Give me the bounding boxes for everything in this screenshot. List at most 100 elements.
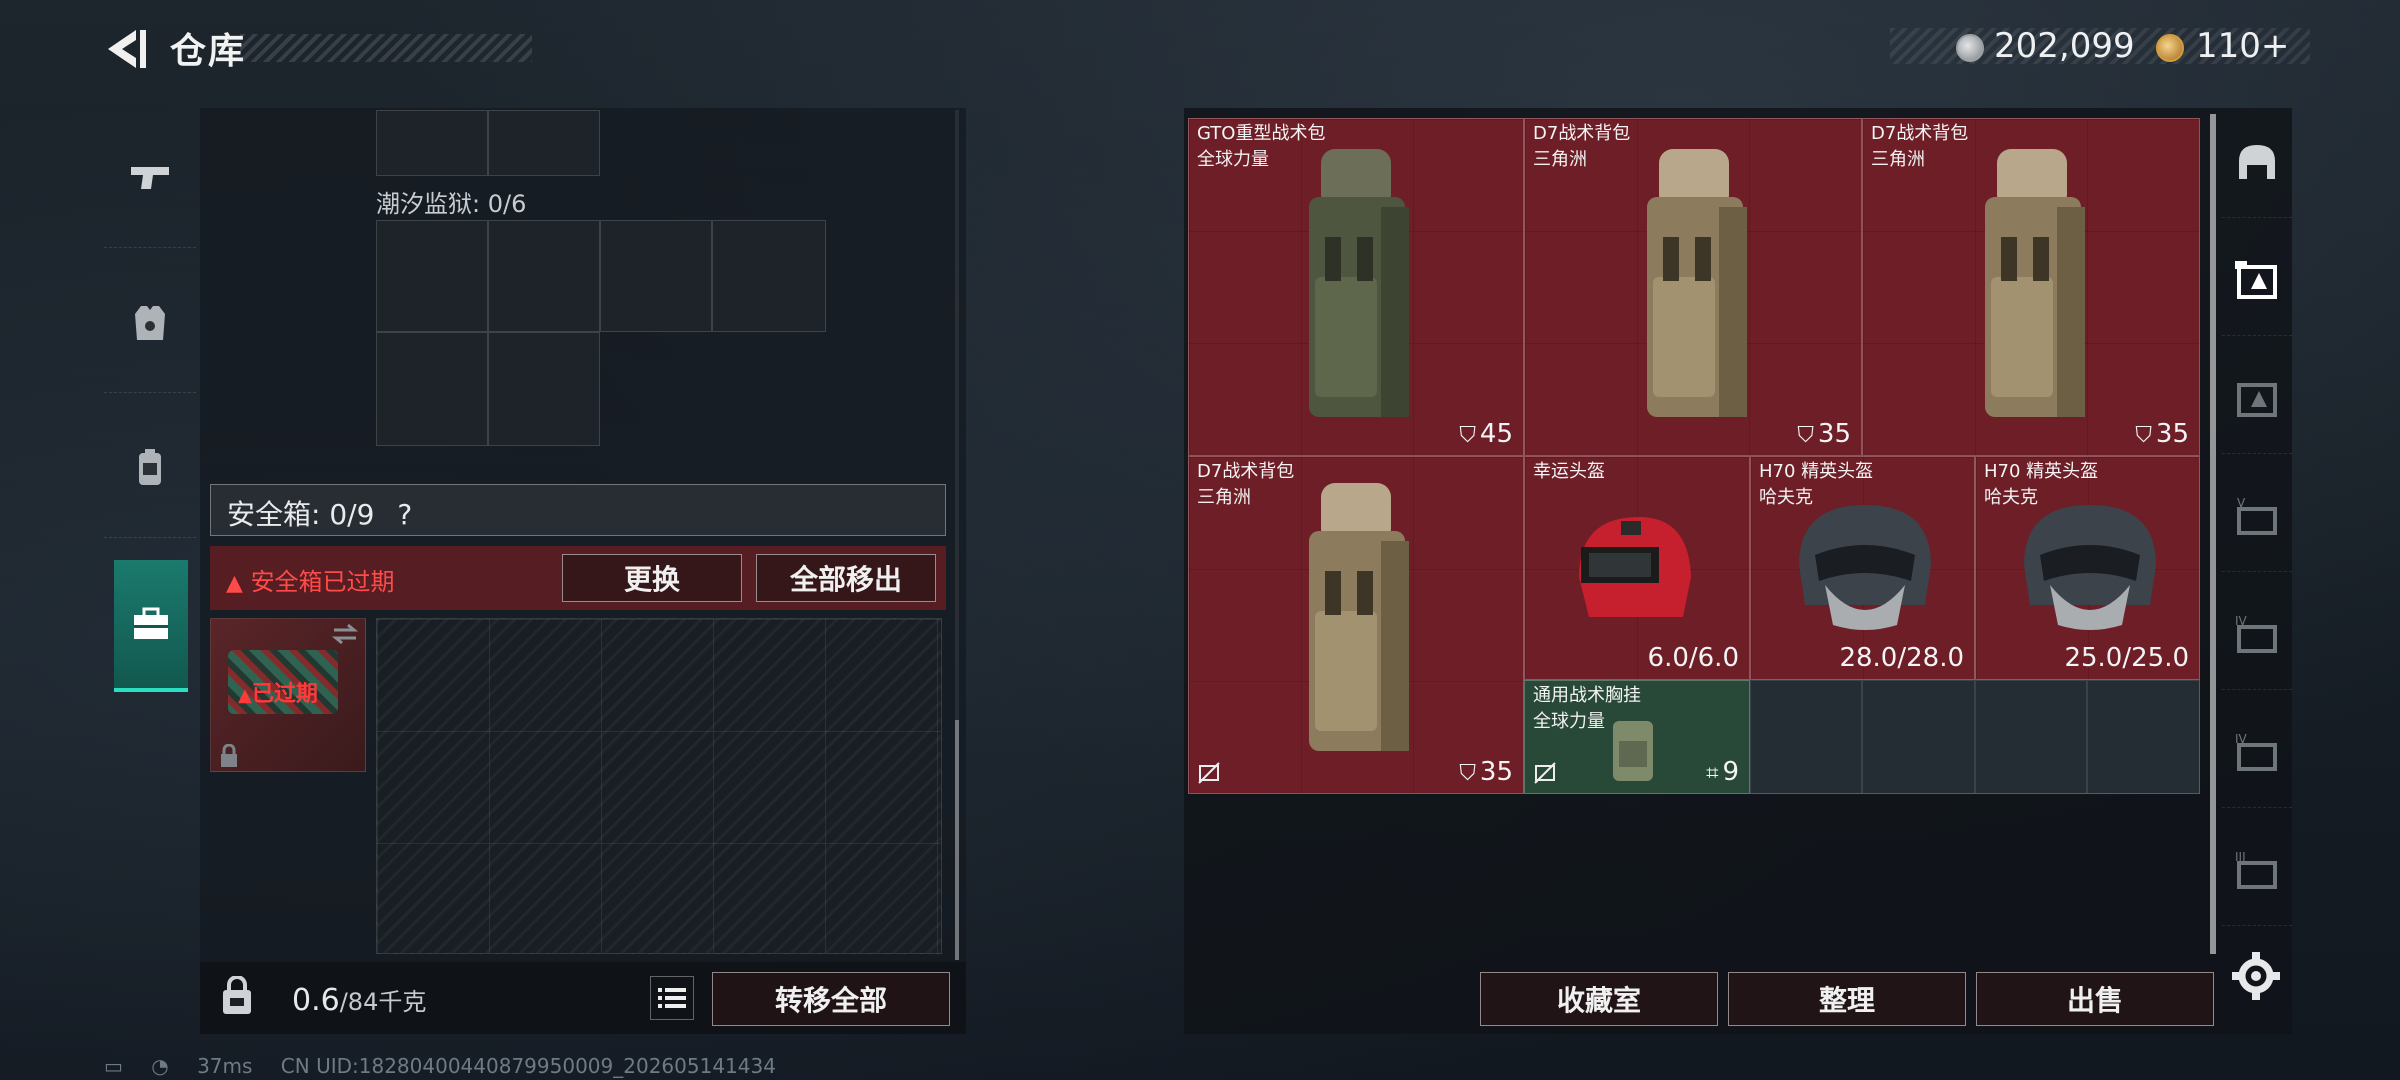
- swap-icon[interactable]: [330, 622, 360, 646]
- filter-tier-3[interactable]: III: [2222, 816, 2292, 926]
- stash-item[interactable]: 幸运头盔 6.0/6.0: [1524, 456, 1750, 680]
- container-slot[interactable]: [712, 220, 826, 332]
- stash-item[interactable]: H70 精英头盔 哈夫克 25.0/25.0: [1975, 456, 2200, 680]
- container-slot[interactable]: [376, 110, 488, 176]
- left-nav: [104, 108, 196, 718]
- currency-1-value: 202,099: [1994, 26, 2135, 66]
- svg-text:IV: IV: [2235, 614, 2248, 628]
- backpack-icon: [139, 448, 161, 485]
- gold-coin-icon: [2156, 34, 2184, 62]
- svg-text:III: III: [2235, 850, 2246, 864]
- svg-text:IV: IV: [2235, 732, 2248, 746]
- container-slot[interactable]: [376, 220, 488, 332]
- safe-box-grid[interactable]: [376, 618, 942, 954]
- filter-all[interactable]: [2222, 226, 2292, 336]
- helmet-slot-icon: [2239, 144, 2275, 179]
- tier-v-icon: V: [2237, 496, 2277, 535]
- title-stripe: [240, 34, 532, 62]
- tidy-button[interactable]: 整理: [1728, 972, 1966, 1026]
- grid-lines: [377, 619, 941, 953]
- armor-level-icon: ⛉: [1797, 423, 1814, 448]
- stash-item[interactable]: H70 精英头盔 哈夫克 28.0/28.0: [1750, 456, 1975, 680]
- status-line: ▭ ◔ 37ms CN UID:18280400440879950009_202…: [104, 1054, 798, 1078]
- armor-level-icon: ⛉: [2135, 423, 2152, 448]
- nav-safebox[interactable]: [114, 560, 188, 692]
- nav-armor[interactable]: [104, 253, 196, 393]
- stash-item[interactable]: D7战术背包 三角洲 ⛉ 35: [1188, 456, 1524, 794]
- page-title: 仓库: [170, 31, 247, 72]
- filter-tier-4[interactable]: IV: [2222, 580, 2292, 690]
- empty-slot[interactable]: [1975, 680, 2087, 794]
- transfer-all-button[interactable]: 转移全部: [712, 972, 950, 1026]
- empty-slot[interactable]: [1750, 680, 1862, 794]
- backpack-image: [1309, 149, 1409, 417]
- armor-icon: [135, 305, 165, 340]
- list-view-button[interactable]: [650, 976, 694, 1020]
- backpack-image: [1985, 149, 2085, 417]
- tier-iv-icon: IV: [2235, 732, 2277, 771]
- stash-item[interactable]: D7战术背包 三角洲 ⛉ 35: [1524, 118, 1862, 456]
- weight-lock-icon: [223, 976, 251, 1014]
- stash-item[interactable]: GTO重型战术包 全球力量 ⛉ 45: [1188, 118, 1524, 456]
- replace-button[interactable]: 更换: [562, 554, 742, 602]
- ping-readout: 37ms: [197, 1054, 253, 1078]
- lock-icon: [221, 744, 237, 767]
- container-slot[interactable]: [488, 220, 600, 332]
- silver-coin-icon: [1956, 34, 1984, 62]
- tier-iv-icon: IV: [2235, 614, 2277, 653]
- collection-room-button[interactable]: 收藏室: [1480, 972, 1718, 1026]
- warning-icon: ▲: [238, 685, 252, 706]
- expired-tag: ▲已过期: [238, 682, 318, 707]
- filter-tier-6[interactable]: [2222, 344, 2292, 454]
- armor-level-icon: ⛉: [1459, 761, 1476, 786]
- no-sell-icon: [1198, 762, 1220, 784]
- tier-iii-icon: III: [2235, 850, 2277, 889]
- filter-tier-4b[interactable]: IV: [2222, 698, 2292, 808]
- gear-icon[interactable]: [2230, 950, 2282, 1002]
- sell-button[interactable]: 出售: [1976, 972, 2214, 1026]
- battery-icon: ▭: [104, 1054, 123, 1078]
- tier-icon: [2237, 382, 2277, 417]
- right-filter-nav: V IV IV III: [2222, 108, 2292, 958]
- stash-item[interactable]: D7战术背包 三角洲 ⛉ 35: [1862, 118, 2200, 456]
- backpack-image: [1309, 483, 1409, 751]
- move-all-out-button[interactable]: 全部移出: [756, 554, 936, 602]
- container-slot[interactable]: [488, 110, 600, 176]
- no-sell-icon: [1534, 762, 1556, 784]
- tier-icon: [2235, 260, 2277, 299]
- tide-prison-label: 潮汐监狱: 0/6: [376, 190, 527, 218]
- uid-readout: CN UID:18280400440879950009_202605141434: [280, 1054, 776, 1078]
- left-scrollbar-thumb[interactable]: [955, 720, 959, 960]
- helmet-image: [2024, 505, 2156, 630]
- vest-slot-icon: ⌗: [1706, 761, 1719, 786]
- helmet-image: [1799, 505, 1931, 630]
- helmet-image: [1579, 517, 1691, 617]
- nav-weapons[interactable]: [104, 108, 196, 248]
- backpack-image: [1647, 149, 1747, 417]
- weight-readout: 0.6/84千克: [292, 983, 427, 1018]
- stash-scrollbar[interactable]: [2210, 114, 2216, 954]
- warning-icon: ▲: [226, 571, 243, 596]
- filter-helmet[interactable]: [2222, 108, 2292, 218]
- container-slot[interactable]: [376, 332, 488, 446]
- currency-2-value[interactable]: 110+: [2196, 26, 2289, 66]
- chest-rig-image: [1613, 721, 1653, 781]
- help-icon[interactable]: ?: [397, 498, 412, 531]
- armor-level-icon: ⛉: [1459, 423, 1476, 448]
- toolbox-icon: [134, 607, 168, 639]
- back-arrow-icon[interactable]: [100, 24, 150, 74]
- container-slot[interactable]: [488, 332, 600, 446]
- wifi-icon: ◔: [151, 1054, 169, 1078]
- nav-backpack[interactable]: [104, 398, 196, 538]
- list-icon: [658, 988, 686, 1008]
- safe-box-label: 安全箱: 0/9: [227, 498, 375, 531]
- pistol-icon: [131, 166, 169, 189]
- expired-warning: ▲ 安全箱已过期: [226, 568, 395, 596]
- empty-slot[interactable]: [1862, 680, 1975, 794]
- svg-text:V: V: [2237, 496, 2246, 510]
- container-slot[interactable]: [600, 220, 712, 332]
- empty-slot[interactable]: [2087, 680, 2200, 794]
- stash-item[interactable]: 通用战术胸挂 全球力量 ⌗ 9: [1524, 680, 1750, 794]
- filter-tier-5[interactable]: V: [2222, 462, 2292, 572]
- safe-box-header: 安全箱: 0/9 ?: [210, 484, 946, 536]
